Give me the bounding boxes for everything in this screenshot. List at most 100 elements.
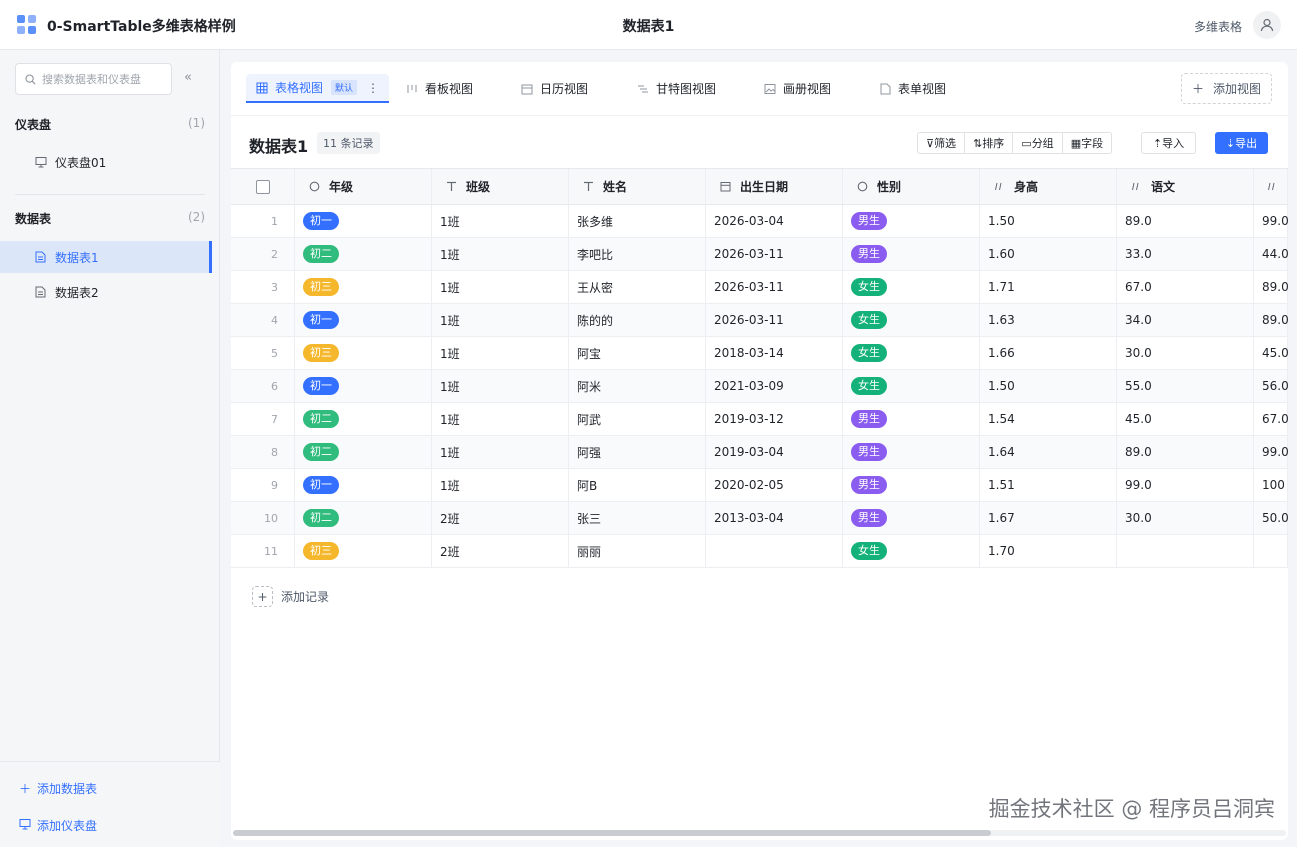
table-cell[interactable]: 44.0 <box>1254 238 1288 270</box>
column-header[interactable]: 班级 <box>432 169 569 204</box>
column-header[interactable]: 身高 <box>980 169 1117 204</box>
column-header[interactable]: 姓名 <box>569 169 706 204</box>
table-cell[interactable] <box>1254 535 1288 567</box>
table-cell[interactable]: 阿B <box>569 469 706 501</box>
filter-button[interactable]: ⊽ 筛选 <box>918 133 966 153</box>
table-row[interactable]: 7 初二 1班 阿武 2019-03-12 男生 1.54 45.0 67.0 <box>231 403 1288 436</box>
more-vertical-icon[interactable]: ⋮ <box>367 81 379 95</box>
table-row[interactable]: 1 初一 1班 张多维 2026-03-04 男生 1.50 89.0 99.0 <box>231 205 1288 238</box>
table-cell[interactable]: 女生 <box>843 535 980 567</box>
group-button[interactable]: ▭ 分组 <box>1013 133 1063 153</box>
table-cell[interactable]: 张多维 <box>569 205 706 237</box>
table-cell[interactable]: 初一 <box>295 205 432 237</box>
sidebar-item-table2[interactable]: 数据表2 <box>0 276 212 308</box>
table-cell[interactable]: 1.50 <box>980 370 1117 402</box>
table-cell[interactable]: 女生 <box>843 370 980 402</box>
search-input[interactable] <box>42 72 162 86</box>
table-cell[interactable]: 初二 <box>295 403 432 435</box>
table-cell[interactable]: 56.0 <box>1254 370 1288 402</box>
table-cell[interactable]: 33.0 <box>1117 238 1254 270</box>
table-cell[interactable]: 王从密 <box>569 271 706 303</box>
table-cell[interactable]: 丽丽 <box>569 535 706 567</box>
tab-grid-view[interactable]: 表格视图 默认 ⋮ <box>246 74 390 103</box>
mode-label[interactable]: 多维表格 <box>1194 18 1242 35</box>
column-header[interactable] <box>1254 169 1288 204</box>
scrollbar-thumb[interactable] <box>233 830 991 836</box>
table-cell[interactable]: 1班 <box>432 436 569 468</box>
table-cell[interactable]: 1班 <box>432 370 569 402</box>
table-cell[interactable]: 男生 <box>843 469 980 501</box>
table-cell[interactable]: 陈的的 <box>569 304 706 336</box>
table-row[interactable]: 10 初二 2班 张三 2013-03-04 男生 1.67 30.0 50.0 <box>231 502 1288 535</box>
table-cell[interactable]: 阿强 <box>569 436 706 468</box>
add-view-button[interactable]: ＋ 添加视图 <box>1181 73 1272 104</box>
table-cell[interactable]: 2班 <box>432 502 569 534</box>
table-cell[interactable]: 67.0 <box>1254 403 1288 435</box>
table-cell[interactable]: 初三 <box>295 535 432 567</box>
table-cell[interactable]: 55.0 <box>1117 370 1254 402</box>
column-header[interactable]: 语文 <box>1117 169 1254 204</box>
table-cell[interactable]: 100 <box>1254 469 1288 501</box>
table-cell[interactable]: 89.0 <box>1117 205 1254 237</box>
table-cell[interactable]: 2021-03-09 <box>706 370 843 402</box>
tab-gantt-view[interactable]: 甘特图视图 <box>637 74 716 103</box>
table-cell[interactable]: 2班 <box>432 535 569 567</box>
table-cell[interactable]: 女生 <box>843 304 980 336</box>
table-cell[interactable]: 男生 <box>843 502 980 534</box>
tab-calendar-view[interactable]: 日历视图 <box>521 74 588 103</box>
table-row[interactable]: 8 初二 1班 阿强 2019-03-04 男生 1.64 89.0 99.0 <box>231 436 1288 469</box>
table-cell[interactable]: 1.70 <box>980 535 1117 567</box>
import-button[interactable]: ⇡ 导入 <box>1141 132 1196 154</box>
table-cell[interactable]: 1班 <box>432 469 569 501</box>
table-cell[interactable]: 1班 <box>432 337 569 369</box>
table-cell[interactable]: 1.51 <box>980 469 1117 501</box>
column-header[interactable]: 性别 <box>843 169 980 204</box>
table-cell[interactable]: 2019-03-04 <box>706 436 843 468</box>
select-all-checkbox[interactable] <box>255 179 270 194</box>
table-cell[interactable]: 1.66 <box>980 337 1117 369</box>
table-cell[interactable]: 女生 <box>843 337 980 369</box>
table-cell[interactable]: 2019-03-12 <box>706 403 843 435</box>
table-cell[interactable] <box>1117 535 1254 567</box>
table-cell[interactable]: 30.0 <box>1117 502 1254 534</box>
table-row[interactable]: 3 初三 1班 王从密 2026-03-11 女生 1.71 67.0 89.0 <box>231 271 1288 304</box>
table-cell[interactable]: 2026-03-04 <box>706 205 843 237</box>
table-cell[interactable]: 1班 <box>432 271 569 303</box>
table-cell[interactable]: 1班 <box>432 238 569 270</box>
table-row[interactable]: 6 初一 1班 阿米 2021-03-09 女生 1.50 55.0 56.0 <box>231 370 1288 403</box>
tab-kanban-view[interactable]: 看板视图 <box>406 74 473 103</box>
table-cell[interactable]: 45.0 <box>1117 403 1254 435</box>
table-cell[interactable]: 67.0 <box>1117 271 1254 303</box>
add-dashboard-button[interactable]: 添加仪表盘 <box>19 817 97 834</box>
table-cell[interactable]: 初一 <box>295 469 432 501</box>
dashboard-section-header[interactable]: 仪表盘 (1) <box>15 116 205 133</box>
sidebar-item-table1[interactable]: 数据表1 <box>0 241 212 273</box>
table-cell[interactable]: 99.0 <box>1254 436 1288 468</box>
table-cell[interactable]: 30.0 <box>1117 337 1254 369</box>
table-cell[interactable]: 89.0 <box>1254 271 1288 303</box>
table-row[interactable]: 9 初一 1班 阿B 2020-02-05 男生 1.51 99.0 100 <box>231 469 1288 502</box>
table-cell[interactable]: 阿宝 <box>569 337 706 369</box>
table-cell[interactable]: 初三 <box>295 337 432 369</box>
table-cell[interactable]: 初二 <box>295 436 432 468</box>
table-cell[interactable]: 1班 <box>432 205 569 237</box>
add-record-button[interactable]: + 添加记录 <box>252 586 329 607</box>
table-cell[interactable]: 1.63 <box>980 304 1117 336</box>
table-row[interactable]: 2 初二 1班 李吧比 2026-03-11 男生 1.60 33.0 44.0 <box>231 238 1288 271</box>
column-header[interactable]: 年级 <box>295 169 432 204</box>
table-cell[interactable]: 男生 <box>843 403 980 435</box>
sidebar-item-dashboard01[interactable]: 仪表盘01 <box>0 146 212 178</box>
table-cell[interactable]: 50.0 <box>1254 502 1288 534</box>
table-cell[interactable]: 初一 <box>295 370 432 402</box>
collapse-sidebar-icon[interactable]: « <box>184 70 192 85</box>
tab-gallery-view[interactable]: 画册视图 <box>764 74 831 103</box>
table-row[interactable]: 5 初三 1班 阿宝 2018-03-14 女生 1.66 30.0 45.0 <box>231 337 1288 370</box>
table-cell[interactable]: 89.0 <box>1117 436 1254 468</box>
table-cell[interactable]: 45.0 <box>1254 337 1288 369</box>
table-row[interactable]: 11 初三 2班 丽丽 女生 1.70 <box>231 535 1288 568</box>
table-cell[interactable]: 1.60 <box>980 238 1117 270</box>
table-cell[interactable]: 2026-03-11 <box>706 271 843 303</box>
table-cell[interactable]: 2026-03-11 <box>706 304 843 336</box>
add-table-button[interactable]: ＋ 添加数据表 <box>19 780 97 797</box>
table-cell[interactable]: 李吧比 <box>569 238 706 270</box>
